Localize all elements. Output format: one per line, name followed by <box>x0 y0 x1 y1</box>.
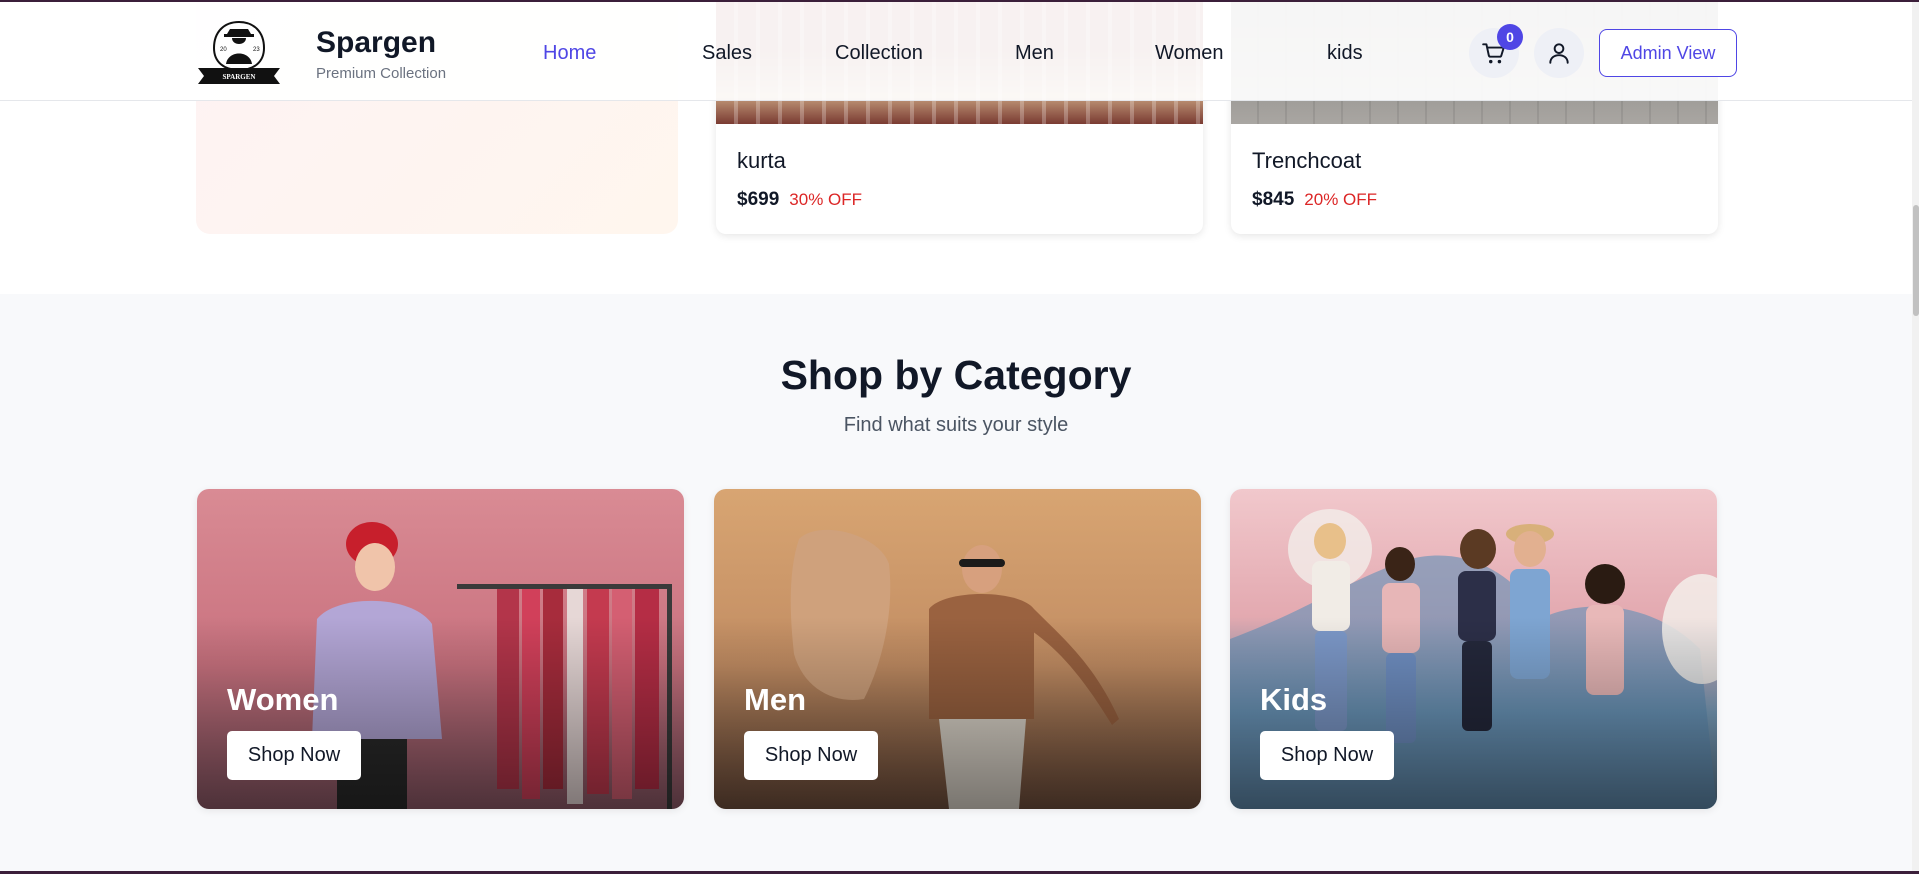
discount-label: 20% OFF <box>1304 190 1378 209</box>
svg-text:SPARGEN: SPARGEN <box>223 73 256 81</box>
svg-text:20: 20 <box>220 47 227 53</box>
product-price: $845 <box>1252 189 1295 210</box>
window-top-border <box>0 0 1919 2</box>
nav-link-kids[interactable]: kids <box>1327 42 1363 65</box>
shop-now-button[interactable]: Shop Now <box>1260 731 1394 780</box>
scrollbar-thumb[interactable] <box>1913 205 1919 316</box>
section-title: Shop by Category <box>780 352 1132 398</box>
category-title: Kids <box>1260 682 1328 717</box>
product-price: $699 <box>737 189 780 210</box>
site-header: 20 23 SPARGEN Spargen Premium Collection… <box>0 2 1912 101</box>
section-subtitle: Find what suits your style <box>843 414 1069 436</box>
nav-link-sales[interactable]: Sales <box>702 42 752 65</box>
nav-link-women[interactable]: Women <box>1155 42 1224 65</box>
category-title: Women <box>227 682 339 717</box>
user-icon <box>1549 43 1569 64</box>
category-card-men[interactable]: Men Shop Now <box>714 489 1201 809</box>
nav-link-men[interactable]: Men <box>1015 42 1054 65</box>
price-row: $845 20% OFF <box>1252 189 1377 211</box>
shop-now-button[interactable]: Shop Now <box>744 731 878 780</box>
svg-text:23: 23 <box>253 47 260 53</box>
product-name: Trenchcoat <box>1252 148 1362 173</box>
category-card-kids[interactable]: Kids Shop Now <box>1230 489 1717 809</box>
page-scrollbar[interactable] <box>1912 2 1919 871</box>
account-button[interactable] <box>1534 28 1584 78</box>
brand-tagline: Premium Collection <box>316 65 447 82</box>
nav-link-collection[interactable]: Collection <box>835 42 923 65</box>
price-row: $699 30% OFF <box>737 189 862 211</box>
category-title: Men <box>744 682 806 717</box>
discount-label: 30% OFF <box>789 190 863 209</box>
nav-link-home[interactable]: Home <box>543 42 596 65</box>
product-name: kurta <box>737 148 786 173</box>
brand-logo[interactable]: 20 23 SPARGEN <box>196 18 282 86</box>
cart-count-badge: 0 <box>1497 24 1523 50</box>
admin-view-button[interactable]: Admin View <box>1599 29 1737 77</box>
category-card-women[interactable]: Women Shop Now <box>197 489 684 809</box>
brand-name[interactable]: Spargen <box>316 26 436 60</box>
shop-now-button[interactable]: Shop Now <box>227 731 361 780</box>
shop-by-category-section: Shop by Category Find what suits your st… <box>0 294 1912 871</box>
